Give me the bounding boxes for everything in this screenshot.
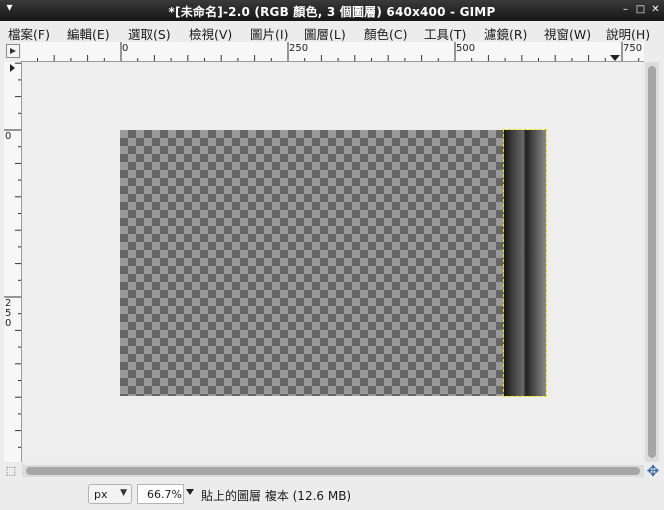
chevron-down-icon: ▼ xyxy=(120,488,127,498)
menu-windows[interactable]: 視窗(W) xyxy=(544,24,591,43)
status-message: 貼上的圖層 複本 (12.6 MB) xyxy=(201,489,352,503)
pasted-layer-copy[interactable] xyxy=(503,129,547,397)
ruler-corner-menu-button[interactable] xyxy=(6,44,20,58)
ruler-label-750: 750 xyxy=(623,43,643,54)
ruler-label-0: 0 xyxy=(122,43,129,54)
menu-select[interactable]: 選取(S) xyxy=(128,24,171,43)
vertical-ruler-ticks xyxy=(4,62,21,448)
menu-arrow-icon xyxy=(10,48,16,54)
zoom-dropdown-icon[interactable] xyxy=(186,489,194,495)
zoom-field[interactable]: 66.7% xyxy=(137,484,184,504)
pointer-position-marker-vertical xyxy=(10,64,15,72)
window-title: *[未命名]-2.0 (RGB 顏色, 3 個圖層) 640x400 - GIM… xyxy=(168,5,496,19)
ruler-label-500: 500 xyxy=(456,43,476,54)
menu-colors[interactable]: 顏色(C) xyxy=(364,24,407,43)
vertical-ruler[interactable]: 0 2 5 0 xyxy=(4,62,22,462)
title-bar: ▾ *[未命名]-2.0 (RGB 顏色, 3 個圖層) 640x400 - G… xyxy=(0,0,664,21)
ruler-label-v-0: 0 xyxy=(5,131,12,142)
minimize-icon[interactable]: – xyxy=(619,3,632,16)
menu-image[interactable]: 圖片(I) xyxy=(250,24,288,43)
horizontal-ruler[interactable]: 0 250 500 750 xyxy=(21,42,644,62)
unit-value: px xyxy=(94,488,108,501)
navigate-icon[interactable]: ✥ xyxy=(645,463,661,479)
vertical-scrollbar-thumb[interactable] xyxy=(648,66,656,458)
menu-tools[interactable]: 工具(T) xyxy=(424,24,466,43)
image-canvas[interactable] xyxy=(22,62,642,462)
zoom-value: 66.7% xyxy=(147,488,182,501)
transparent-image-area[interactable] xyxy=(120,130,506,396)
ruler-label-v-250: 2 5 0 xyxy=(5,298,12,329)
quick-mask-icon[interactable]: ⬚ xyxy=(4,464,18,478)
status-bar: px ▼ 66.7% 貼上的圖層 複本 (12.6 MB) xyxy=(0,480,664,510)
menu-bar: 檔案(F) 編輯(E) 選取(S) 檢視(V) 圖片(I) 圖層(L) 顏色(C… xyxy=(0,21,664,43)
menu-filters[interactable]: 濾鏡(R) xyxy=(484,24,527,43)
horizontal-scrollbar-thumb[interactable] xyxy=(26,467,640,475)
horizontal-scrollbar[interactable] xyxy=(22,465,644,477)
ruler-label-250: 250 xyxy=(289,43,309,54)
menu-help[interactable]: 說明(H) xyxy=(606,24,650,43)
close-icon[interactable]: ✕ xyxy=(649,3,662,16)
menu-layer[interactable]: 圖層(L) xyxy=(304,24,346,43)
horizontal-ruler-ticks xyxy=(37,42,640,61)
menu-edit[interactable]: 編輯(E) xyxy=(67,24,110,43)
menu-view[interactable]: 檢視(V) xyxy=(189,24,232,43)
maximize-icon[interactable]: □ xyxy=(634,3,647,16)
vertical-scrollbar[interactable] xyxy=(645,62,659,462)
pointer-position-marker xyxy=(610,55,620,61)
menu-file[interactable]: 檔案(F) xyxy=(8,24,50,43)
unit-select[interactable]: px ▼ xyxy=(88,484,132,504)
